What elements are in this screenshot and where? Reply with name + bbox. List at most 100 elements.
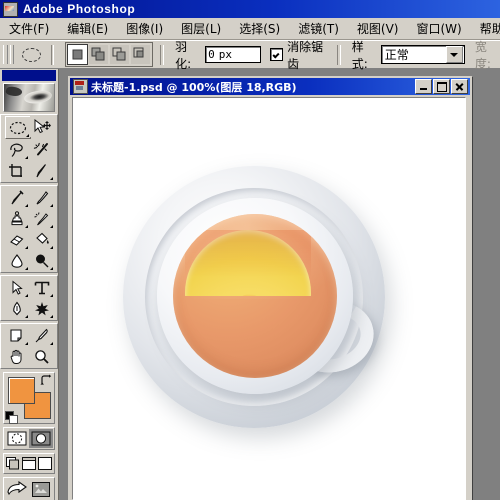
- magic-wand-tool[interactable]: [30, 139, 54, 160]
- paint-bucket-tool[interactable]: [30, 229, 54, 250]
- type-tool[interactable]: [30, 277, 54, 298]
- tool-flyout-triangle: [50, 177, 53, 180]
- selection-mode-group: [65, 42, 154, 67]
- separator-1: [50, 44, 55, 65]
- new-selection-button[interactable]: [67, 44, 89, 65]
- color-swatch-group: [3, 372, 55, 424]
- subtract-from-selection-button[interactable]: [109, 44, 131, 65]
- antialias-label: 消除锯齿: [287, 39, 324, 71]
- separator-3: [336, 44, 341, 65]
- chevron-down-icon[interactable]: [445, 46, 463, 63]
- add-to-selection-icon: [91, 47, 105, 61]
- window-controls: [415, 79, 468, 94]
- image-canvas[interactable]: [73, 98, 465, 499]
- tool-flyout-triangle: [25, 225, 28, 228]
- dodge-tool[interactable]: [30, 250, 54, 271]
- brush-tool[interactable]: [30, 187, 54, 208]
- intersect-selection-button[interactable]: [130, 44, 152, 65]
- feather-label: 羽化:: [175, 39, 192, 71]
- full-screen-mode-button[interactable]: [37, 455, 53, 472]
- move-tool[interactable]: [30, 116, 54, 137]
- tool-flyout-triangle: [25, 204, 28, 207]
- options-bar-grip-2[interactable]: [9, 45, 15, 64]
- slice-tool[interactable]: [30, 160, 54, 181]
- full-screen-icon: [38, 457, 52, 470]
- maximize-button[interactable]: [433, 79, 450, 94]
- elliptical-marquee-tool[interactable]: [5, 116, 31, 139]
- canvas-viewport[interactable]: [72, 97, 466, 500]
- document-window: 未标题-1.psd @ 100%(图层 18,RGB): [68, 76, 472, 500]
- slice-tool-icon: [36, 163, 46, 177]
- lemon-segment: [212, 291, 265, 296]
- default-colors-icon[interactable]: [5, 411, 18, 424]
- style-value: 正常: [384, 48, 409, 62]
- quick-mask-icon: [31, 431, 51, 446]
- imageready-icon: [32, 481, 50, 497]
- standard-screen-icon: [6, 457, 19, 470]
- document-title-bar[interactable]: 未标题-1.psd @ 100%(图层 18,RGB): [70, 78, 470, 95]
- lasso-tool[interactable]: [5, 139, 29, 160]
- menu-edit[interactable]: 编辑(E): [58, 18, 117, 39]
- menu-view[interactable]: 视图(V): [348, 18, 408, 39]
- menu-window[interactable]: 窗口(W): [407, 18, 470, 39]
- healing-brush-icon: [11, 189, 24, 204]
- menu-file[interactable]: 文件(F): [0, 18, 58, 39]
- toolbox-title-strip[interactable]: [2, 70, 56, 81]
- tool-flyout-triangle: [25, 294, 28, 297]
- jump-to-arrow-icon: [7, 481, 27, 496]
- dodge-tool-icon: [36, 254, 49, 267]
- blur-tool-icon: [11, 253, 23, 268]
- history-brush-icon: [34, 211, 49, 225]
- standard-mask-mode-button[interactable]: [5, 429, 29, 448]
- antialias-checkbox[interactable]: [270, 48, 284, 61]
- crop-tool[interactable]: [5, 160, 29, 181]
- minimize-button[interactable]: [415, 79, 432, 94]
- eyedropper-tool[interactable]: [30, 325, 54, 346]
- blur-tool[interactable]: [5, 250, 29, 271]
- lemon-rind: [185, 230, 311, 296]
- tool-group-vector: [0, 275, 58, 321]
- close-button[interactable]: [451, 79, 468, 94]
- subtract-from-selection-icon: [112, 47, 126, 61]
- feather-input[interactable]: 0 px: [205, 46, 262, 63]
- new-selection-icon: [72, 49, 83, 60]
- menu-help[interactable]: 帮助(H): [471, 18, 500, 39]
- zoom-tool[interactable]: [30, 346, 54, 367]
- elliptical-marquee-icon: [22, 47, 42, 62]
- foreground-color-swatch[interactable]: [8, 377, 35, 404]
- menu-select[interactable]: 选择(S): [230, 18, 289, 39]
- brush-tool-icon: [36, 190, 49, 204]
- clone-stamp-tool[interactable]: [5, 208, 29, 229]
- jump-to-imageready-button[interactable]: [5, 479, 29, 499]
- eraser-tool[interactable]: [5, 229, 29, 250]
- tool-flyout-triangle: [50, 225, 53, 228]
- full-screen-with-menubar-button[interactable]: [21, 455, 37, 472]
- quick-mask-mode-button[interactable]: [29, 429, 53, 448]
- tool-group-utility: [0, 323, 58, 369]
- app-title-bar: Adobe Photoshop: [0, 0, 500, 18]
- add-to-selection-button[interactable]: [88, 44, 110, 65]
- history-brush-tool[interactable]: [30, 208, 54, 229]
- menu-image[interactable]: 图像(I): [117, 18, 172, 39]
- custom-shape-tool[interactable]: [30, 298, 54, 319]
- tool-group-retouch: [0, 185, 58, 273]
- healing-brush-tool[interactable]: [5, 187, 29, 208]
- clone-stamp-icon: [11, 210, 23, 225]
- path-selection-tool[interactable]: [5, 277, 29, 298]
- imageready-preview-button[interactable]: [29, 479, 53, 499]
- photoshop-window: Adobe Photoshop 文件(F) 编辑(E) 图像(I) 图层(L) …: [0, 0, 500, 500]
- mask-mode-group: [3, 427, 55, 450]
- menu-layer[interactable]: 图层(L): [172, 18, 230, 39]
- style-dropdown[interactable]: 正常: [380, 45, 465, 64]
- eyedropper-icon: [35, 328, 48, 342]
- pen-tool[interactable]: [5, 298, 29, 319]
- menu-filter[interactable]: 滤镜(T): [289, 18, 348, 39]
- current-tool-indicator[interactable]: [20, 44, 43, 65]
- hand-tool[interactable]: [5, 346, 29, 367]
- standard-screen-mode-button[interactable]: [5, 455, 21, 472]
- swap-colors-icon[interactable]: [40, 374, 52, 386]
- tool-flyout-triangle: [25, 342, 28, 345]
- full-screen-menubar-icon: [22, 457, 36, 470]
- notes-tool[interactable]: [5, 325, 29, 346]
- options-bar-grip[interactable]: [3, 45, 8, 64]
